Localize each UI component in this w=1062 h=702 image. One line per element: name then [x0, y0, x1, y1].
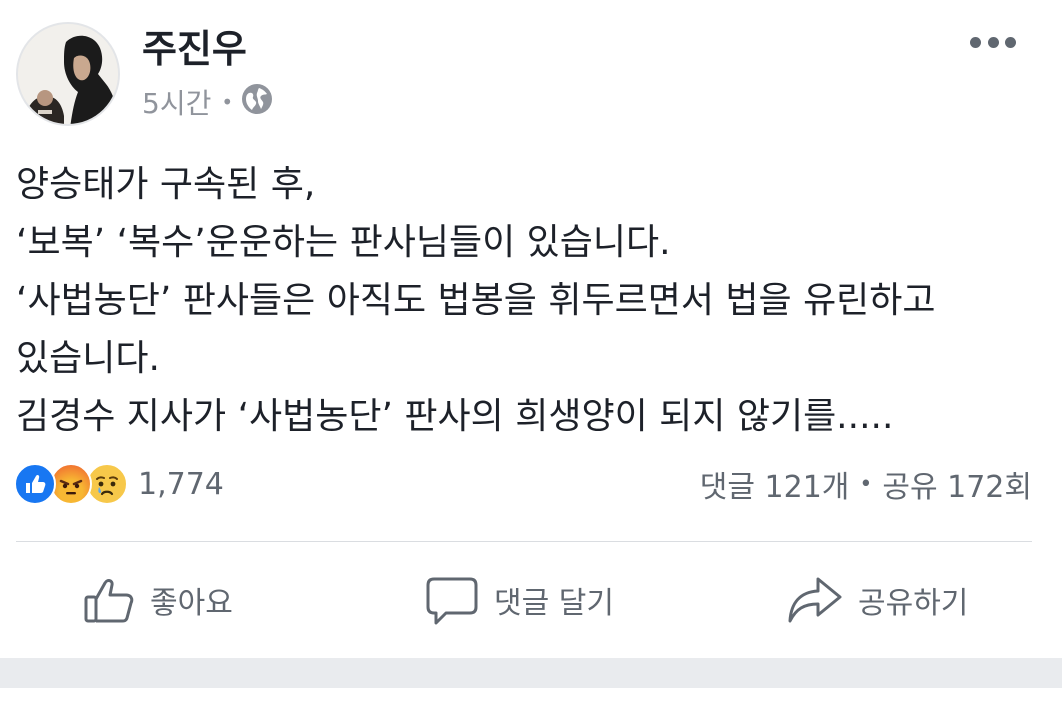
post-text-line: ‘보복’ ‘복수’운운하는 판사님들이 있습니다. — [16, 222, 671, 263]
avatar-photo — [18, 24, 118, 124]
reaction-count: 1,774 — [138, 466, 224, 502]
post-text-line: 있습니다. — [16, 338, 160, 379]
next-post-edge — [0, 688, 1062, 702]
facebook-post: 주진우 5시간 • 양승태가 구속된 후, ‘보복’ ‘복수’운운하는 판사님들… — [0, 0, 1062, 658]
share-button[interactable]: 공유하기 — [786, 560, 968, 640]
stats-separator: • — [859, 471, 873, 497]
post-text-line: ‘사법농단’ 판사들은 아직도 법봉을 휘두르면서 법을 유린하고 — [16, 280, 936, 321]
comment-button[interactable]: 댓글 달기 — [424, 560, 614, 640]
post-time[interactable]: 5시간 — [142, 82, 211, 122]
like-icon — [14, 463, 56, 505]
meta-separator: • — [221, 90, 234, 114]
dot — [970, 36, 981, 48]
globe-icon[interactable] — [241, 83, 273, 122]
sad-icon — [86, 463, 128, 505]
share-count[interactable]: 공유 172회 — [882, 462, 1032, 506]
like-button[interactable]: 좋아요 — [82, 560, 233, 640]
thumbs-up-icon — [84, 579, 134, 623]
like-label: 좋아요 — [150, 586, 233, 621]
reactions-summary[interactable]: 1,774 — [14, 462, 224, 506]
more-dots-icon[interactable] — [970, 28, 1016, 56]
comment-count[interactable]: 댓글 121개 — [700, 462, 850, 506]
avatar[interactable] — [16, 22, 120, 126]
post-text-line: 김경수 지사가 ‘사법농단’ 판사의 희생양이 되지 않기를..... — [16, 396, 894, 437]
action-bar: 좋아요 댓글 달기 공유하기 — [0, 560, 1062, 640]
dot — [987, 36, 999, 48]
speech-bubble-icon — [426, 577, 478, 625]
post-text-line: 양승태가 구속된 후, — [16, 164, 316, 205]
share-label: 공유하기 — [858, 586, 969, 621]
divider — [16, 541, 1032, 542]
dot — [1005, 36, 1016, 48]
author-name[interactable]: 주진우 — [142, 18, 247, 73]
post-meta: 5시간 • — [142, 82, 273, 122]
post-text: 양승태가 구속된 후, ‘보복’ ‘복수’운운하는 판사님들이 있습니다. ‘사… — [16, 156, 1036, 446]
angry-icon — [50, 463, 92, 505]
feed-separator — [0, 658, 1062, 688]
engagement-stats: 댓글 121개 • 공유 172회 — [700, 462, 1032, 506]
share-arrow-icon — [788, 577, 842, 623]
comment-label: 댓글 달기 — [494, 586, 614, 621]
